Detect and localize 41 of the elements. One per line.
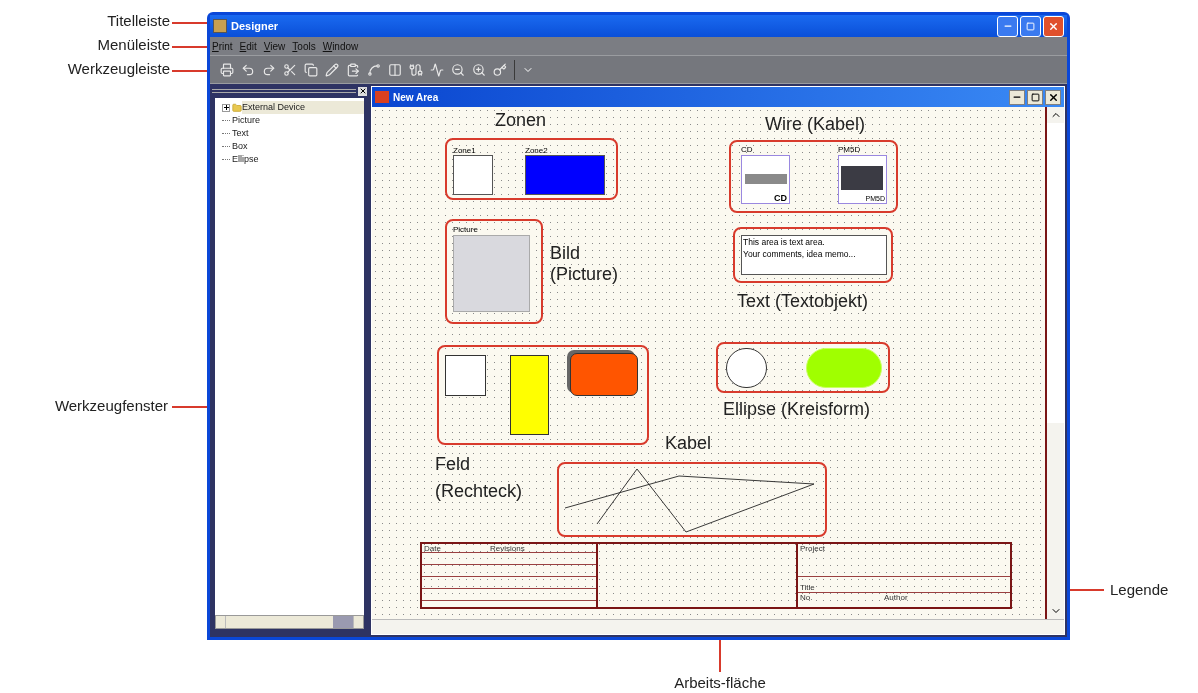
callout-label: Kabel bbox=[665, 433, 712, 454]
zone-label: Zone1 bbox=[453, 146, 476, 155]
callout-label: Feld (Rechteck) bbox=[435, 453, 523, 503]
menu-item[interactable]: Window bbox=[322, 38, 359, 54]
callout-label: Ellipse (Kreisform) bbox=[723, 399, 871, 420]
callout-label: Menüleiste bbox=[97, 36, 170, 55]
legend-cell: Author bbox=[884, 593, 908, 602]
tree-item[interactable]: Ellipse bbox=[232, 153, 364, 166]
zone-label: Zone2 bbox=[525, 146, 548, 155]
callout-label: Arbeits-fläche bbox=[673, 674, 767, 692]
callout-label: Werkzeugfenster bbox=[54, 397, 168, 415]
device-label: PM5D bbox=[838, 145, 861, 154]
callout-label: Werkzeugleiste bbox=[67, 60, 170, 78]
legend-cell: Title bbox=[800, 583, 815, 592]
legend-cell: Revisions bbox=[490, 544, 525, 552]
text-object[interactable]: This area is text area. Your comments, idea memo... bbox=[741, 235, 887, 275]
device-node[interactable]: CD bbox=[741, 155, 790, 204]
device-icon-label: CD bbox=[774, 193, 787, 203]
menu-item[interactable]: Tools bbox=[292, 38, 316, 54]
menu-item[interactable]: View bbox=[263, 38, 286, 54]
legend-cell: Project bbox=[800, 544, 825, 553]
legend-cell-text: Date bbox=[423, 544, 442, 552]
callout-label: Bild (Picture) bbox=[550, 243, 618, 285]
picture-label: Picture bbox=[453, 225, 478, 234]
callout-label: Text (Textobjekt) bbox=[737, 291, 869, 312]
text-object-line: Your comments, idea memo... bbox=[743, 248, 857, 260]
tree-item[interactable]: External Device bbox=[242, 101, 364, 114]
window-title: New Area bbox=[393, 90, 440, 105]
callout-label: Wire (Kabel) bbox=[765, 114, 866, 135]
legend-cell-text: No. bbox=[800, 593, 814, 602]
text-object-line: This area is text area. bbox=[743, 236, 826, 248]
tree-item[interactable]: Box bbox=[232, 140, 364, 153]
tree-item[interactable]: Picture bbox=[232, 114, 364, 127]
callout-label: Titelleiste bbox=[107, 12, 170, 31]
window-title: Designer bbox=[231, 18, 280, 34]
tree-item[interactable]: Text bbox=[232, 127, 364, 140]
device-label: CD bbox=[741, 145, 753, 154]
callout-label: Zonen bbox=[495, 110, 547, 131]
callout-label: Legende bbox=[1110, 581, 1169, 599]
menu-item[interactable]: Print bbox=[212, 38, 233, 54]
menu-item[interactable]: Edit bbox=[239, 38, 257, 54]
